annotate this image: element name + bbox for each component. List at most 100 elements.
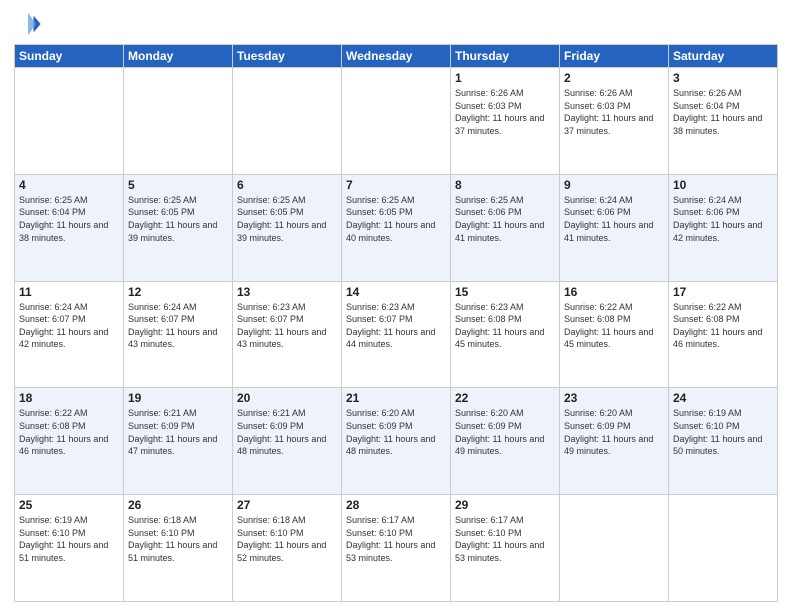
calendar-cell: 29Sunrise: 6:17 AM Sunset: 6:10 PM Dayli… bbox=[451, 495, 560, 602]
calendar-cell: 8 Sunrise: 6:25 AM Sunset: 6:06 PM Daylig… bbox=[451, 174, 560, 281]
col-header-sunday: Sunday bbox=[15, 45, 124, 68]
day-info: Sunrise: 6:26 AM Sunset: 6:03 PM Dayligh… bbox=[455, 87, 555, 137]
day-number: 10 bbox=[673, 178, 773, 192]
day-info: Sunrise: 6:24 AM Sunset: 6:06 PM Dayligh… bbox=[673, 194, 773, 244]
calendar-cell: 6 Sunrise: 6:25 AM Sunset: 6:05 PM Daylig… bbox=[233, 174, 342, 281]
day-info: Sunrise: 6:25 AM Sunset: 6:05 PM Dayligh… bbox=[237, 194, 337, 244]
calendar-cell: 24 Sunrise: 6:19 AM Sunset: 6:10 PM Dayli… bbox=[669, 388, 778, 495]
day-number: 27 bbox=[237, 498, 337, 512]
day-info: Sunrise: 6:19 AM Sunset: 6:10 PM Dayligh… bbox=[673, 407, 773, 457]
day-number: 16 bbox=[564, 285, 664, 299]
logo bbox=[14, 10, 46, 38]
col-header-thursday: Thursday bbox=[451, 45, 560, 68]
day-number: 1 bbox=[455, 71, 555, 85]
day-info: Sunrise: 6:25 AM Sunset: 6:04 PM Dayligh… bbox=[19, 194, 119, 244]
day-info: Sunrise: 6:22 AM Sunset: 6:08 PM Dayligh… bbox=[673, 301, 773, 351]
calendar-cell: 4 Sunrise: 6:25 AM Sunset: 6:04 PM Daylig… bbox=[15, 174, 124, 281]
day-number: 7 bbox=[346, 178, 446, 192]
col-header-monday: Monday bbox=[124, 45, 233, 68]
day-info: Sunrise: 6:25 AM Sunset: 6:05 PM Dayligh… bbox=[346, 194, 446, 244]
calendar-cell: 14 Sunrise: 6:23 AM Sunset: 6:07 PM Dayli… bbox=[342, 281, 451, 388]
calendar-cell: 17 Sunrise: 6:22 AM Sunset: 6:08 PM Dayli… bbox=[669, 281, 778, 388]
page: SundayMondayTuesdayWednesdayThursdayFrid… bbox=[0, 0, 792, 612]
day-number: 9 bbox=[564, 178, 664, 192]
calendar-cell: 22 Sunrise: 6:20 AM Sunset: 6:09 PM Dayli… bbox=[451, 388, 560, 495]
day-info: Sunrise: 6:18 AM Sunset: 6:10 PM Dayligh… bbox=[237, 514, 337, 564]
calendar-cell: 27 Sunrise: 6:18 AM Sunset: 6:10 PM Dayli… bbox=[233, 495, 342, 602]
calendar-cell: 10 Sunrise: 6:24 AM Sunset: 6:06 PM Dayli… bbox=[669, 174, 778, 281]
calendar-table: SundayMondayTuesdayWednesdayThursdayFrid… bbox=[14, 44, 778, 602]
calendar-cell: 28Sunrise: 6:17 AM Sunset: 6:10 PM Dayli… bbox=[342, 495, 451, 602]
day-number: 28 bbox=[346, 498, 446, 512]
calendar-week-1: 4 Sunrise: 6:25 AM Sunset: 6:04 PM Daylig… bbox=[15, 174, 778, 281]
day-number: 23 bbox=[564, 391, 664, 405]
day-info: Sunrise: 6:25 AM Sunset: 6:06 PM Dayligh… bbox=[455, 194, 555, 244]
logo-icon bbox=[14, 10, 42, 38]
calendar-cell: 21 Sunrise: 6:20 AM Sunset: 6:09 PM Dayli… bbox=[342, 388, 451, 495]
calendar-cell: 3 Sunrise: 6:26 AM Sunset: 6:04 PM Daylig… bbox=[669, 68, 778, 175]
calendar-week-3: 18Sunrise: 6:22 AM Sunset: 6:08 PM Dayli… bbox=[15, 388, 778, 495]
calendar-cell: 19 Sunrise: 6:21 AM Sunset: 6:09 PM Dayli… bbox=[124, 388, 233, 495]
calendar-cell: 1 Sunrise: 6:26 AM Sunset: 6:03 PM Daylig… bbox=[451, 68, 560, 175]
day-number: 3 bbox=[673, 71, 773, 85]
day-info: Sunrise: 6:22 AM Sunset: 6:08 PM Dayligh… bbox=[19, 407, 119, 457]
day-info: Sunrise: 6:25 AM Sunset: 6:05 PM Dayligh… bbox=[128, 194, 228, 244]
day-number: 15 bbox=[455, 285, 555, 299]
calendar-cell: 15Sunrise: 6:23 AM Sunset: 6:08 PM Dayli… bbox=[451, 281, 560, 388]
calendar-week-2: 11 Sunrise: 6:24 AM Sunset: 6:07 PM Dayli… bbox=[15, 281, 778, 388]
calendar-cell: 23Sunrise: 6:20 AM Sunset: 6:09 PM Dayli… bbox=[560, 388, 669, 495]
calendar-cell bbox=[124, 68, 233, 175]
calendar-cell: 5 Sunrise: 6:25 AM Sunset: 6:05 PM Daylig… bbox=[124, 174, 233, 281]
calendar-header-row: SundayMondayTuesdayWednesdayThursdayFrid… bbox=[15, 45, 778, 68]
calendar-cell bbox=[669, 495, 778, 602]
day-info: Sunrise: 6:20 AM Sunset: 6:09 PM Dayligh… bbox=[455, 407, 555, 457]
day-info: Sunrise: 6:22 AM Sunset: 6:08 PM Dayligh… bbox=[564, 301, 664, 351]
calendar-week-4: 25Sunrise: 6:19 AM Sunset: 6:10 PM Dayli… bbox=[15, 495, 778, 602]
day-number: 29 bbox=[455, 498, 555, 512]
calendar-cell: 9Sunrise: 6:24 AM Sunset: 6:06 PM Daylig… bbox=[560, 174, 669, 281]
calendar-cell: 7 Sunrise: 6:25 AM Sunset: 6:05 PM Daylig… bbox=[342, 174, 451, 281]
col-header-tuesday: Tuesday bbox=[233, 45, 342, 68]
day-info: Sunrise: 6:24 AM Sunset: 6:07 PM Dayligh… bbox=[128, 301, 228, 351]
calendar-cell: 18Sunrise: 6:22 AM Sunset: 6:08 PM Dayli… bbox=[15, 388, 124, 495]
calendar-cell: 25Sunrise: 6:19 AM Sunset: 6:10 PM Dayli… bbox=[15, 495, 124, 602]
day-number: 21 bbox=[346, 391, 446, 405]
calendar-cell bbox=[342, 68, 451, 175]
calendar-cell: 12 Sunrise: 6:24 AM Sunset: 6:07 PM Dayli… bbox=[124, 281, 233, 388]
day-number: 8 bbox=[455, 178, 555, 192]
day-number: 2 bbox=[564, 71, 664, 85]
day-number: 20 bbox=[237, 391, 337, 405]
col-header-friday: Friday bbox=[560, 45, 669, 68]
calendar-cell: 20 Sunrise: 6:21 AM Sunset: 6:09 PM Dayli… bbox=[233, 388, 342, 495]
day-number: 14 bbox=[346, 285, 446, 299]
calendar-week-0: 1 Sunrise: 6:26 AM Sunset: 6:03 PM Daylig… bbox=[15, 68, 778, 175]
calendar-cell bbox=[15, 68, 124, 175]
day-info: Sunrise: 6:26 AM Sunset: 6:03 PM Dayligh… bbox=[564, 87, 664, 137]
day-number: 17 bbox=[673, 285, 773, 299]
calendar-cell bbox=[233, 68, 342, 175]
day-number: 24 bbox=[673, 391, 773, 405]
day-number: 5 bbox=[128, 178, 228, 192]
day-info: Sunrise: 6:21 AM Sunset: 6:09 PM Dayligh… bbox=[237, 407, 337, 457]
calendar-cell bbox=[560, 495, 669, 602]
header bbox=[14, 10, 778, 38]
day-number: 6 bbox=[237, 178, 337, 192]
day-info: Sunrise: 6:21 AM Sunset: 6:09 PM Dayligh… bbox=[128, 407, 228, 457]
calendar-cell: 16 Sunrise: 6:22 AM Sunset: 6:08 PM Dayli… bbox=[560, 281, 669, 388]
day-number: 13 bbox=[237, 285, 337, 299]
day-number: 22 bbox=[455, 391, 555, 405]
day-number: 4 bbox=[19, 178, 119, 192]
calendar-cell: 26Sunrise: 6:18 AM Sunset: 6:10 PM Dayli… bbox=[124, 495, 233, 602]
col-header-saturday: Saturday bbox=[669, 45, 778, 68]
day-number: 25 bbox=[19, 498, 119, 512]
calendar-cell: 11Sunrise: 6:24 AM Sunset: 6:07 PM Dayli… bbox=[15, 281, 124, 388]
day-info: Sunrise: 6:20 AM Sunset: 6:09 PM Dayligh… bbox=[346, 407, 446, 457]
day-number: 12 bbox=[128, 285, 228, 299]
calendar-cell: 13Sunrise: 6:23 AM Sunset: 6:07 PM Dayli… bbox=[233, 281, 342, 388]
col-header-wednesday: Wednesday bbox=[342, 45, 451, 68]
day-number: 11 bbox=[19, 285, 119, 299]
day-info: Sunrise: 6:26 AM Sunset: 6:04 PM Dayligh… bbox=[673, 87, 773, 137]
day-number: 19 bbox=[128, 391, 228, 405]
day-info: Sunrise: 6:23 AM Sunset: 6:07 PM Dayligh… bbox=[346, 301, 446, 351]
day-info: Sunrise: 6:18 AM Sunset: 6:10 PM Dayligh… bbox=[128, 514, 228, 564]
